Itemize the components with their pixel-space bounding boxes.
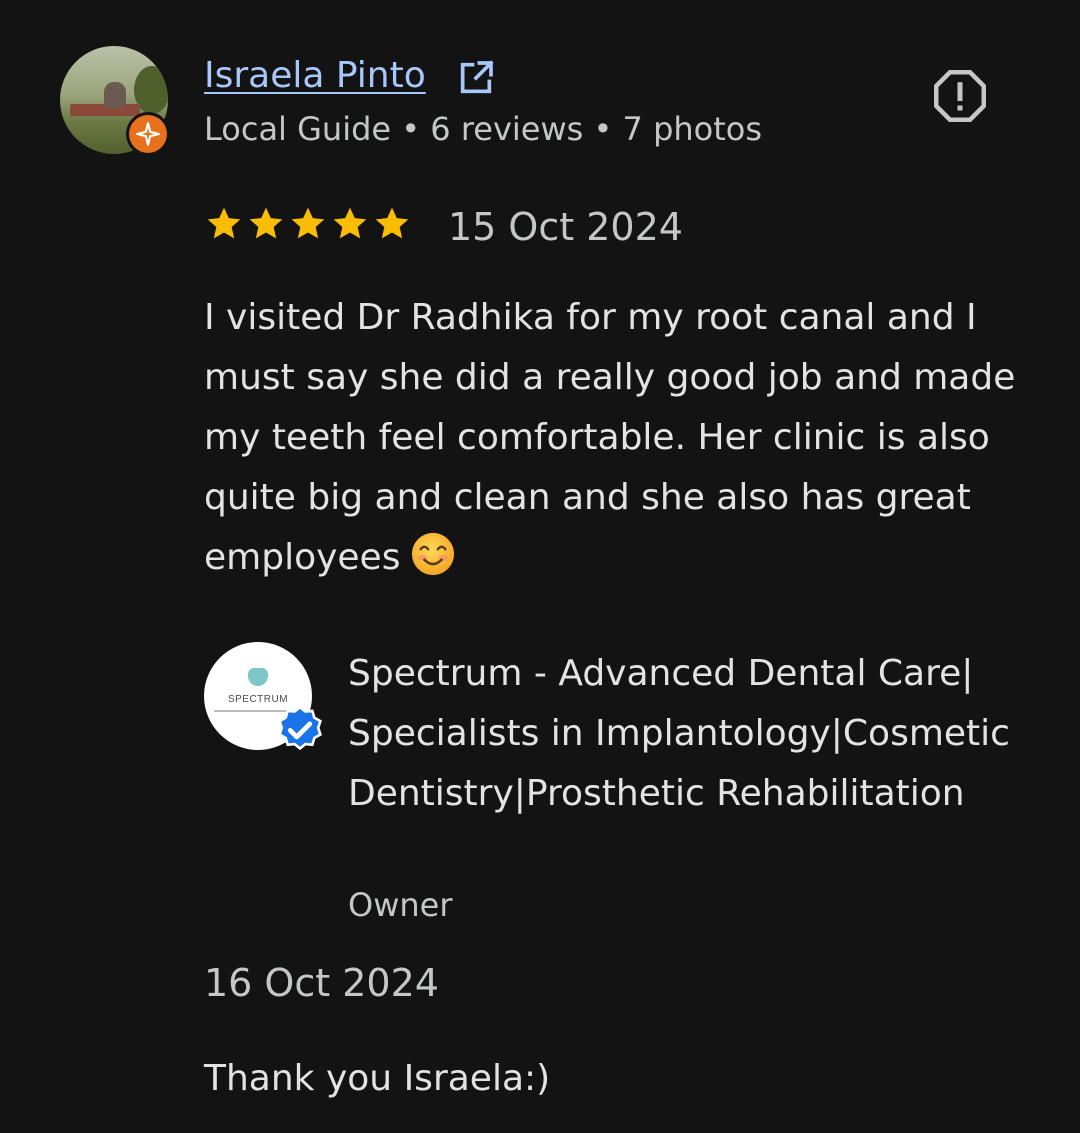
- reviewer-meta: Local Guide • 6 reviews • 7 photos: [204, 110, 763, 148]
- owner-business-name: Spectrum - Advanced Dental Care| Special…: [348, 653, 1010, 814]
- local-guide-badge-icon: [126, 112, 170, 156]
- review-text-body: I visited Dr Radhika for my root canal a…: [204, 297, 1016, 578]
- star-icon: [291, 207, 325, 239]
- reply-text: Thank you Israela:): [204, 1058, 551, 1099]
- open-in-new-icon[interactable]: [456, 58, 496, 98]
- star-icon: [249, 207, 283, 239]
- verified-badge-icon: [278, 705, 322, 751]
- review-text: I visited Dr Radhika for my root canal a…: [204, 288, 1044, 588]
- star-icon: [333, 207, 367, 239]
- star-icon: [375, 207, 409, 239]
- star-icon: [207, 207, 241, 239]
- owner-role: Owner: [348, 886, 453, 924]
- reply-date: 16 Oct 2024: [204, 961, 439, 1005]
- smiling-face-emoji: [412, 532, 455, 576]
- star-rating: [204, 204, 412, 244]
- reviewer-name-link[interactable]: Israela Pinto: [204, 52, 426, 100]
- review-date: 15 Oct 2024: [448, 205, 683, 249]
- report-flag-icon[interactable]: [930, 66, 990, 126]
